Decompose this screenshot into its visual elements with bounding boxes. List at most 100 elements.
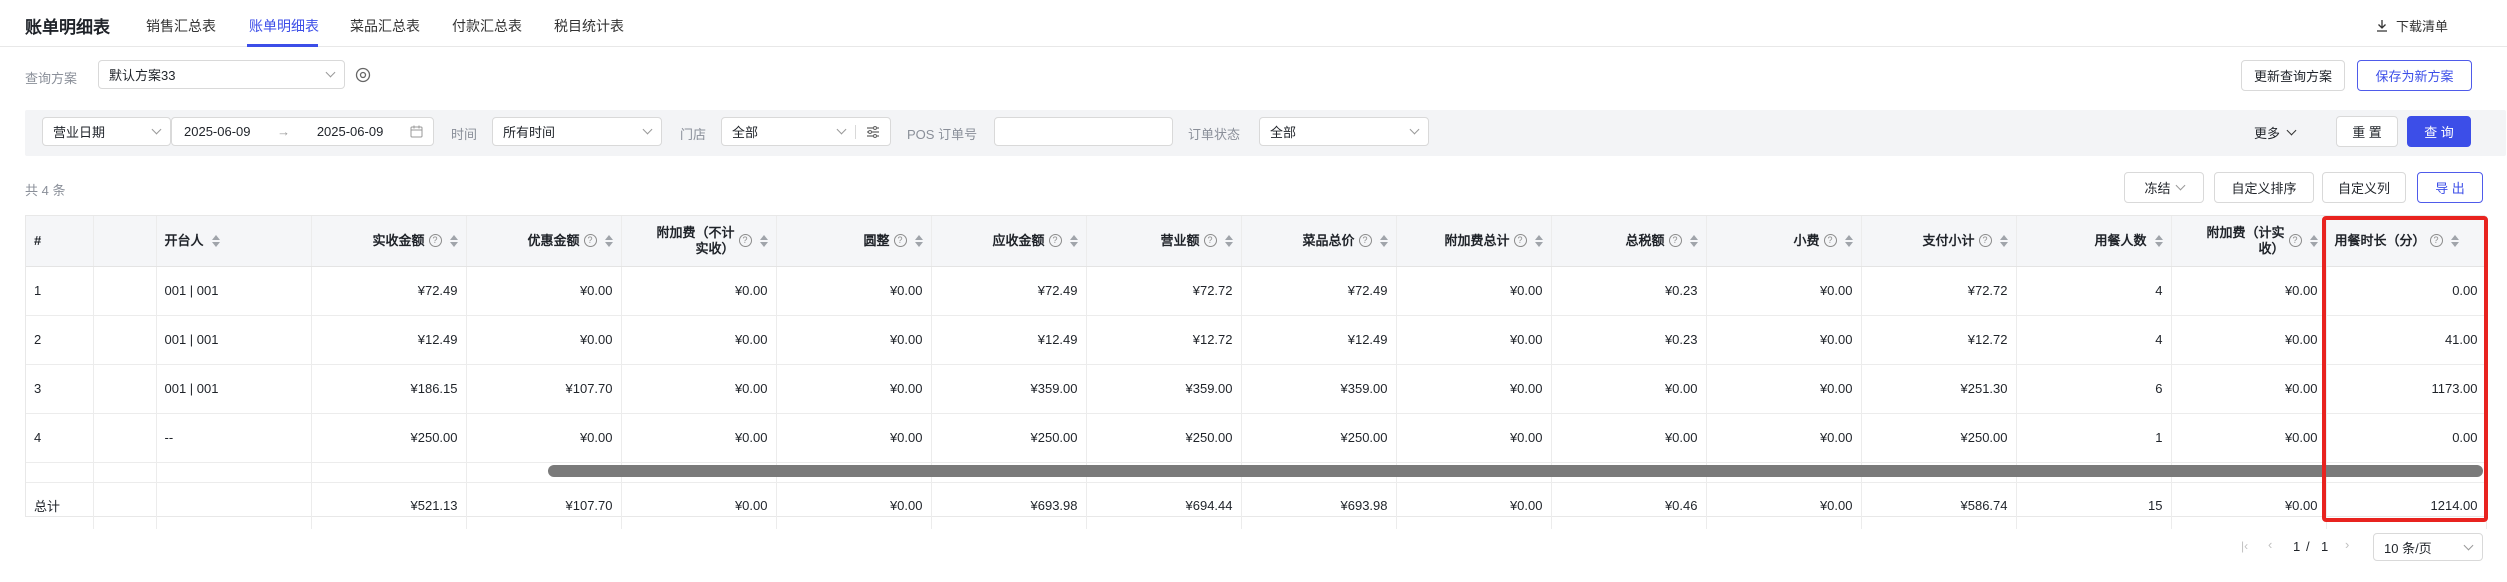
table-cell: ¥0.00 bbox=[1551, 413, 1707, 463]
reset-button[interactable]: 重 置 bbox=[2336, 116, 2398, 147]
table-cell: ¥0.23 bbox=[1551, 266, 1707, 316]
table-cell: 1173.00 bbox=[2326, 364, 2487, 414]
page-size-select[interactable]: 10 条/页 bbox=[2373, 533, 2483, 561]
table-cell: 4 bbox=[2016, 315, 2172, 365]
column-header-dining-duration[interactable]: 用餐时长（分）? bbox=[2326, 216, 2487, 267]
sort-icon bbox=[2309, 234, 2318, 247]
table-row[interactable]: 3 001 | 001 ¥186.15 ¥107.70 ¥0.00 ¥0.00 ¥359.0… bbox=[26, 364, 2487, 414]
table-row[interactable]: 4 -- ¥250.00 ¥0.00 ¥0.00 ¥0.00 ¥250.00 ¥250.00 ¥… bbox=[26, 413, 2487, 463]
table-total-row: 总计 ¥521.13 ¥107.70 ¥0.00 ¥0.00 ¥693.98 ¥694.44… bbox=[26, 482, 2487, 529]
column-header-payment-subtotal[interactable]: 支付小计? bbox=[1861, 216, 2017, 267]
total-cell: ¥0.00 bbox=[1396, 482, 1552, 529]
help-icon: ? bbox=[1048, 234, 1062, 248]
custom-columns-button[interactable]: 自定义列 bbox=[2322, 172, 2406, 203]
help-icon: ? bbox=[1203, 234, 1217, 248]
column-header-opener[interactable]: 开台人 bbox=[156, 216, 312, 267]
chevron-down-icon bbox=[2463, 540, 2474, 550]
page-size-value: 10 条/页 bbox=[2384, 540, 2432, 556]
table-cell: ¥72.72 bbox=[1086, 266, 1242, 316]
table-row[interactable]: 1 001 | 001 ¥72.49 ¥0.00 ¥0.00 ¥0.00 ¥72.49 ¥72… bbox=[26, 266, 2487, 316]
active-tab-indicator bbox=[247, 44, 318, 47]
custom-sort-button[interactable]: 自定义排序 bbox=[2214, 172, 2314, 203]
column-header-revenue[interactable]: 营业额? bbox=[1086, 216, 1242, 267]
tab-tax-statistics[interactable]: 税目统计表 bbox=[554, 16, 624, 36]
filter-settings-icon[interactable] bbox=[866, 125, 880, 138]
table-cell: ¥251.30 bbox=[1861, 364, 2017, 414]
tab-payment-summary[interactable]: 付款汇总表 bbox=[452, 16, 522, 36]
horizontal-scrollbar[interactable] bbox=[548, 465, 2483, 477]
scheme-select[interactable]: 默认方案33 bbox=[98, 60, 345, 89]
export-button[interactable]: 导 出 bbox=[2417, 172, 2483, 203]
tab-dish-summary[interactable]: 菜品汇总表 bbox=[350, 16, 420, 36]
pos-order-label: POS 订单号 bbox=[907, 127, 978, 142]
more-filters-toggle[interactable]: 更多 bbox=[2254, 123, 2297, 142]
first-page-icon[interactable]: |‹ bbox=[2241, 539, 2248, 553]
date-type-select[interactable]: 营业日期 bbox=[42, 117, 171, 146]
table-cell: 001 | 001 bbox=[156, 266, 312, 316]
total-cell: 1214.00 bbox=[2326, 482, 2487, 529]
total-cell: ¥521.13 bbox=[311, 482, 467, 529]
column-header-surcharge-included[interactable]: 附加费（计实收）? bbox=[2171, 216, 2327, 267]
column-header-guests[interactable]: 用餐人数 bbox=[2016, 216, 2172, 267]
settings-icon[interactable] bbox=[355, 67, 371, 83]
date-end: 2025-06-09 bbox=[316, 124, 384, 139]
table-cell: ¥12.72 bbox=[1086, 315, 1242, 365]
update-scheme-button[interactable]: 更新查询方案 bbox=[2241, 60, 2345, 91]
query-button[interactable]: 查 询 bbox=[2407, 116, 2471, 147]
total-cell: 15 bbox=[2016, 482, 2172, 529]
tab-bill-detail[interactable]: 账单明细表 bbox=[249, 16, 319, 36]
table-cell: ¥359.00 bbox=[1241, 364, 1397, 414]
time-select[interactable]: 所有时间 bbox=[492, 117, 662, 146]
save-new-scheme-button[interactable]: 保存为新方案 bbox=[2357, 60, 2472, 91]
chevron-down-icon bbox=[1409, 124, 1420, 135]
scheme-value: 默认方案33 bbox=[109, 68, 176, 83]
column-header-dish-total[interactable]: 菜品总价? bbox=[1241, 216, 1397, 267]
total-cell bbox=[93, 482, 157, 529]
column-header-discount[interactable]: 优惠金额? bbox=[466, 216, 622, 267]
table-row[interactable]: 2 001 | 001 ¥12.49 ¥0.00 ¥0.00 ¥0.00 ¥12.49 ¥12… bbox=[26, 315, 2487, 365]
tab-sales-summary[interactable]: 销售汇总表 bbox=[146, 16, 216, 36]
freeze-button[interactable]: 冻结 bbox=[2124, 172, 2204, 203]
table-cell: ¥0.00 bbox=[621, 266, 777, 316]
total-cell: ¥0.00 bbox=[776, 482, 932, 529]
pos-order-input[interactable] bbox=[994, 117, 1173, 146]
download-list-button[interactable]: 下载清单 bbox=[2376, 16, 2448, 35]
store-select[interactable]: 全部 bbox=[721, 117, 891, 146]
table-cell: ¥0.00 bbox=[2171, 364, 2327, 414]
table-cell: ¥12.72 bbox=[1861, 315, 2017, 365]
table-cell: ¥0.00 bbox=[466, 266, 622, 316]
order-status-value: 全部 bbox=[1270, 125, 1297, 140]
current-page[interactable]: 1 bbox=[2293, 539, 2300, 554]
prev-page-icon[interactable]: ‹ bbox=[2268, 537, 2272, 552]
date-type-value: 营业日期 bbox=[53, 125, 106, 140]
table-cell bbox=[93, 413, 157, 463]
column-header-total-tax[interactable]: 总税额? bbox=[1551, 216, 1707, 267]
table-cell: 1 bbox=[26, 266, 94, 316]
table-cell: 41.00 bbox=[2326, 315, 2487, 365]
column-header-surcharge-total[interactable]: 附加费总计? bbox=[1396, 216, 1552, 267]
table-cell: 0.00 bbox=[2326, 413, 2487, 463]
chevron-down-icon bbox=[2286, 125, 2297, 136]
table-cell: 001 | 001 bbox=[156, 315, 312, 365]
table-cell: ¥359.00 bbox=[931, 364, 1087, 414]
table-cell bbox=[93, 315, 157, 365]
table-cell: 4 bbox=[2016, 266, 2172, 316]
table-cell: ¥72.72 bbox=[1861, 266, 2017, 316]
table-header-row: # 开台人 实收金额? 优惠金额? 附加费（不计实收）? 圆整? 应收金额? 营… bbox=[26, 216, 2487, 267]
total-cell: ¥0.00 bbox=[621, 482, 777, 529]
scheme-label: 查询方案 bbox=[25, 71, 78, 86]
table-cell: ¥0.00 bbox=[1551, 364, 1707, 414]
column-header-actual-amount[interactable]: 实收金额? bbox=[311, 216, 467, 267]
next-page-icon[interactable]: › bbox=[2345, 537, 2349, 552]
column-header-index: # bbox=[26, 216, 94, 267]
column-header-tip[interactable]: 小费? bbox=[1706, 216, 1862, 267]
column-header-surcharge-excluded[interactable]: 附加费（不计实收）? bbox=[621, 216, 777, 267]
sort-icon bbox=[1689, 234, 1698, 247]
table-cell: ¥0.00 bbox=[776, 266, 932, 316]
column-header-receivable[interactable]: 应收金额? bbox=[931, 216, 1087, 267]
column-header-rounding[interactable]: 圆整? bbox=[776, 216, 932, 267]
order-status-select[interactable]: 全部 bbox=[1259, 117, 1429, 146]
date-range-picker[interactable]: 2025-06-09 → 2025-06-09 bbox=[171, 117, 434, 146]
chevron-down-icon bbox=[2175, 180, 2185, 191]
help-icon: ? bbox=[893, 234, 907, 248]
